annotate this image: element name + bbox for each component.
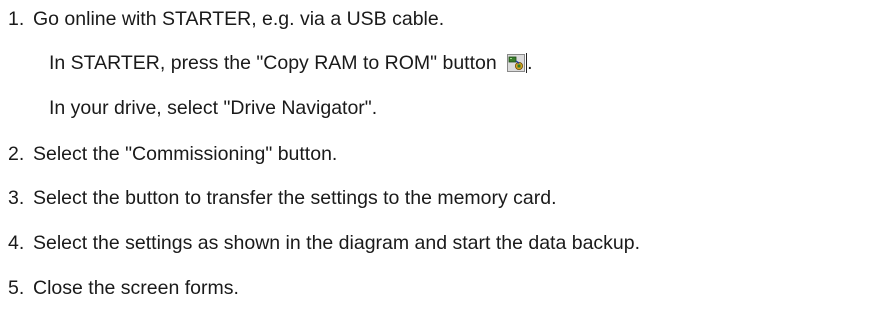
step-number: 5. (8, 277, 25, 299)
step-number: 3. (8, 187, 25, 209)
instruction-steps: 1. Go online with STARTER, e.g. via a US… (0, 0, 880, 319)
copy-ram-to-rom-icon (507, 54, 526, 72)
step-number: 4. (8, 232, 25, 254)
step-text: Go online with STARTER, e.g. via a USB c… (33, 8, 445, 30)
substep-text-after-icon: . (527, 52, 533, 74)
step-number: 1. (8, 8, 25, 30)
step-text: Select the settings as shown in the diag… (33, 232, 641, 254)
step-text: Select the button to transfer the settin… (33, 187, 557, 209)
substep-text: In your drive, select "Drive Navigator". (49, 97, 378, 119)
step-text: Close the screen forms. (33, 277, 239, 299)
substep-text-before-icon: In STARTER, press the "Copy RAM to ROM" … (49, 52, 497, 74)
substep-text: In STARTER, press the "Copy RAM to ROM" … (49, 51, 533, 75)
step-text: Select the "Commissioning" button. (33, 143, 338, 165)
step-number: 2. (8, 143, 25, 165)
